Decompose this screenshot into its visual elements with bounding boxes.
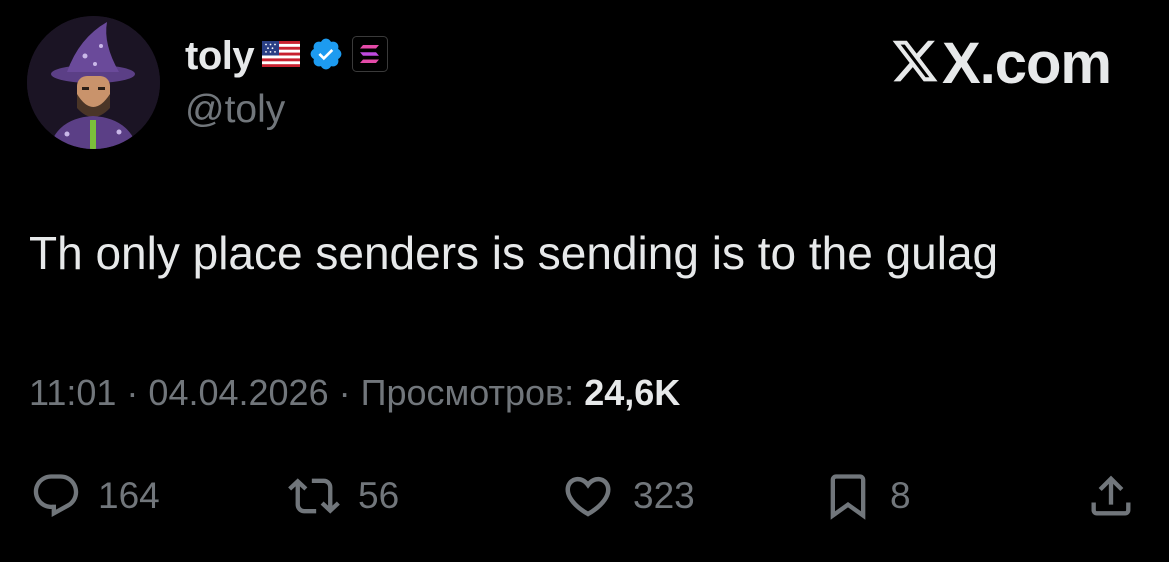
reply-count: 164: [98, 475, 160, 516]
reply-icon: [28, 470, 84, 522]
heart-icon: [557, 469, 619, 523]
author-handle[interactable]: @toly: [185, 88, 285, 132]
repost-button[interactable]: 56: [284, 470, 399, 522]
tweet-text: Th only place senders is sending is to t…: [29, 227, 999, 279]
tweet-time[interactable]: 11:01: [29, 372, 116, 413]
author-avatar[interactable]: [27, 16, 160, 149]
bookmark-button[interactable]: 8: [820, 470, 911, 522]
x-logo-icon: [890, 36, 940, 91]
meta-separator: ·: [338, 372, 351, 413]
repost-icon: [284, 470, 344, 522]
solana-icon[interactable]: [352, 35, 389, 77]
bookmark-count: 8: [890, 475, 911, 516]
us-flag-icon: [262, 40, 301, 72]
reply-button[interactable]: 164: [28, 470, 160, 522]
repost-count: 56: [358, 475, 400, 516]
tweet-date[interactable]: 04.04.2026: [148, 372, 328, 413]
like-count: 323: [633, 475, 695, 516]
brand-label: X.com: [941, 31, 1112, 96]
verified-badge-icon[interactable]: [308, 36, 344, 77]
share-button[interactable]: [1083, 470, 1139, 522]
tweet-card: toly @toly X.com Th only place senders i…: [0, 0, 1169, 562]
author-display-name[interactable]: toly: [185, 34, 255, 79]
meta-separator: ·: [126, 372, 139, 413]
author-name-row: toly: [185, 33, 389, 79]
views-count[interactable]: 24,6K: [584, 372, 680, 413]
like-button[interactable]: 323: [557, 470, 695, 522]
tweet-meta: 11:01 · 04.04.2026 · Просмотров: 24,6K: [29, 372, 680, 414]
share-icon: [1083, 470, 1139, 522]
bookmark-icon: [820, 470, 876, 522]
brand-watermark: X.com: [890, 30, 1112, 97]
views-label: Просмотров:: [360, 372, 575, 413]
